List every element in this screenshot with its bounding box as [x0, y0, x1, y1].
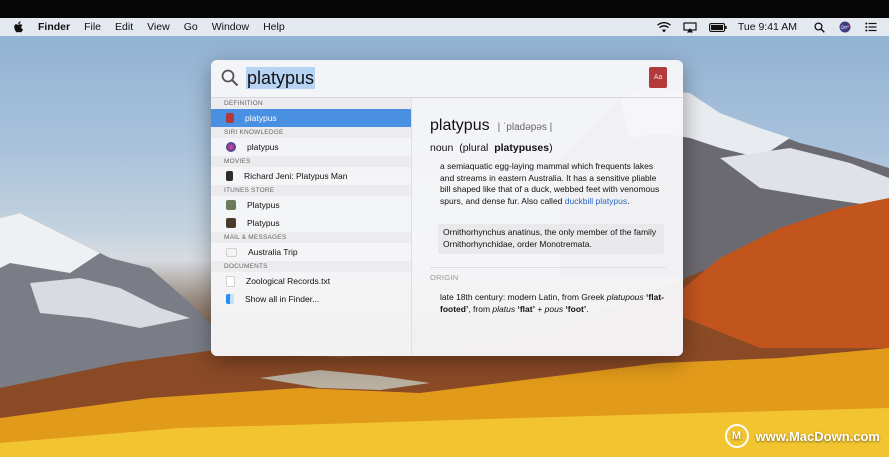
watermark-text: www.MacDown.com: [755, 428, 880, 444]
spotlight-results-list: DEFINITION platypus SIRI KNOWLEDGE platy…: [211, 98, 412, 356]
siri-icon[interactable]: [837, 21, 853, 33]
section-header-documents: DOCUMENTS: [211, 261, 411, 272]
origin-foot: ‘foot’: [563, 303, 587, 314]
menu-window[interactable]: Window: [212, 21, 249, 33]
pos-prefix: noun (plural: [430, 142, 495, 154]
plural-form: platypuses: [494, 142, 550, 154]
origin-plus: +: [534, 303, 545, 314]
apple-menu-icon[interactable]: [13, 21, 24, 33]
screen-top-bezel: [0, 0, 889, 18]
headword: platypus | ˈpladəpəs |: [430, 117, 552, 135]
result-label: Platypus: [247, 200, 280, 210]
menu-bar-status-area: Tue 9:41 AM: [656, 18, 889, 36]
origin-end: .: [586, 303, 589, 314]
section-divider: [430, 267, 666, 268]
itunes-album-icon: [226, 200, 236, 210]
text-document-icon: [226, 275, 235, 287]
origin-text-1: : modern Latin, from Greek: [502, 292, 607, 302]
spotlight-search-bar[interactable]: platypus Aa: [211, 60, 683, 98]
section-header-itunes-store: ITUNES STORE: [211, 185, 411, 196]
result-item-document[interactable]: Zoological Records.txt: [211, 272, 411, 290]
movie-icon: [226, 171, 233, 181]
result-label: Richard Jeni: Platypus Man: [244, 171, 348, 181]
also-called-suffix: .: [627, 195, 630, 206]
dictionary-icon: [226, 113, 234, 123]
menu-help[interactable]: Help: [263, 21, 285, 33]
result-item-itunes-1[interactable]: Platypus: [211, 196, 411, 214]
battery-icon[interactable]: [708, 21, 728, 33]
menu-view[interactable]: View: [147, 21, 170, 33]
wifi-icon[interactable]: [656, 21, 672, 33]
origin-period: late 18th century: [440, 292, 503, 302]
result-item-show-all-in-finder[interactable]: Show all in Finder...: [211, 290, 411, 308]
menu-go[interactable]: Go: [184, 21, 198, 33]
headword-text: platypus: [430, 117, 490, 134]
section-header-mail-messages: MAIL & MESSAGES: [211, 232, 411, 243]
definition-text: a semiaquatic egg-laying mammal which fr…: [440, 161, 665, 207]
result-label: platypus: [247, 142, 279, 152]
airplay-icon[interactable]: [682, 21, 698, 33]
origin-flat: ‘flat’: [515, 303, 535, 314]
itunes-album-icon: [226, 218, 236, 228]
result-label: Zoological Records.txt: [246, 276, 331, 286]
spotlight-search-icon[interactable]: [811, 21, 827, 33]
spotlight-query-input[interactable]: platypus: [246, 67, 316, 89]
origin-text-2: , from: [468, 303, 493, 314]
also-called-prefix: Also called: [521, 195, 565, 206]
menu-clock[interactable]: Tue 9:41 AM: [738, 21, 797, 33]
result-item-itunes-2[interactable]: Platypus: [211, 214, 411, 232]
finder-icon: [226, 294, 234, 304]
result-item-siri-platypus[interactable]: platypus: [211, 138, 411, 156]
menu-app-name[interactable]: Finder: [38, 21, 70, 33]
menu-bar: Finder File Edit View Go Window Help Tue…: [0, 18, 889, 36]
section-header-siri-knowledge: SIRI KNOWLEDGE: [211, 127, 411, 138]
scientific-name-text: Ornithorhynchus anatinus, the only membe…: [443, 227, 657, 249]
dictionary-app-icon: Aa: [649, 67, 667, 88]
siri-knowledge-icon: [226, 142, 236, 152]
origin-pous: pous: [544, 303, 564, 314]
result-label: Platypus: [247, 218, 280, 228]
part-of-speech: noun (plural platypuses): [430, 142, 553, 154]
search-icon: [221, 69, 239, 87]
mail-icon: [226, 247, 237, 257]
watermark: M www.MacDown.com: [724, 424, 880, 448]
pronunciation: | ˈpladəpəs |: [497, 122, 553, 133]
section-header-definition: DEFINITION: [211, 98, 411, 109]
origin-word: platupous: [606, 292, 644, 302]
result-label: Australia Trip: [248, 247, 298, 257]
menu-edit[interactable]: Edit: [115, 21, 133, 33]
result-label: Show all in Finder...: [245, 294, 320, 304]
dictionary-preview-pane: platypus | ˈpladəpəs | noun (plural platy…: [412, 98, 683, 356]
origin-text: late 18th century: modern Latin, from Gr…: [440, 292, 665, 315]
result-item-definition-platypus[interactable]: platypus: [211, 109, 411, 127]
spotlight-window: platypus Aa DEFINITION platypus SIRI KNO…: [211, 60, 683, 356]
result-item-mail[interactable]: Australia Trip: [211, 243, 411, 261]
menu-file[interactable]: File: [84, 21, 101, 33]
pos-suffix: ): [549, 142, 553, 154]
also-called-link[interactable]: duckbill platypus: [565, 196, 627, 206]
scientific-name-box: Ornithorhynchus anatinus, the only membe…: [438, 224, 664, 254]
watermark-logo: M: [724, 424, 749, 448]
result-item-movie[interactable]: Richard Jeni: Platypus Man: [211, 167, 411, 185]
result-label: platypus: [245, 113, 277, 123]
origin-platus: platus: [492, 303, 516, 314]
section-header-movies: MOVIES: [211, 156, 411, 167]
origin-header: ORIGIN: [430, 273, 459, 282]
notification-center-icon[interactable]: [863, 21, 879, 33]
